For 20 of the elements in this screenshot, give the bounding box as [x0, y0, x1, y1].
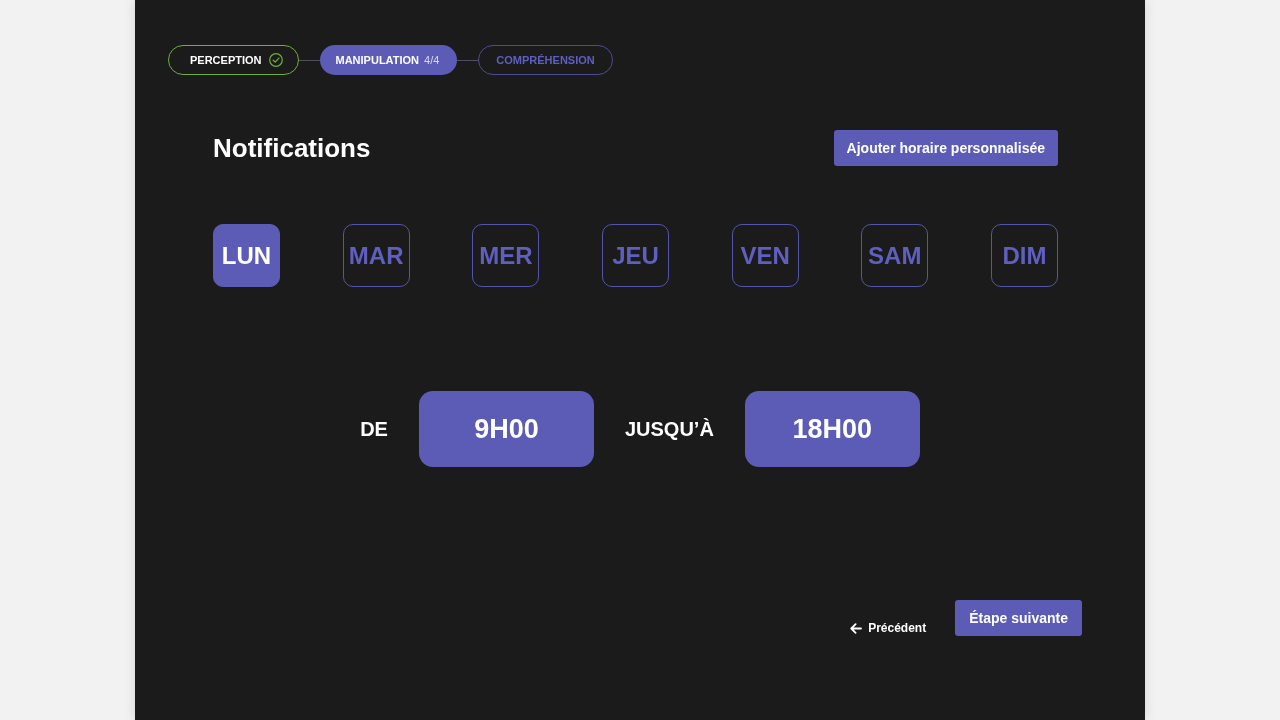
page-title: Notifications [213, 132, 371, 164]
step-connector [298, 59, 320, 61]
previous-link[interactable]: Précédent [850, 621, 927, 635]
day-toggle[interactable]: LUN [213, 224, 280, 287]
to-label: JUSQU’À [624, 417, 714, 441]
start-time-picker[interactable]: 9H00 [418, 391, 594, 467]
from-label: DE [360, 417, 388, 441]
day-toggle[interactable]: SAM [861, 224, 929, 287]
day-toggle[interactable]: MAR [342, 224, 410, 287]
step-pill[interactable]: MANIPULATION 4/4 [319, 45, 458, 75]
day-toggle[interactable]: MER [472, 224, 540, 287]
day-toggle[interactable]: DIM [990, 224, 1058, 287]
step-connector [457, 59, 479, 61]
next-step-button[interactable]: Étape suivante [955, 600, 1082, 636]
day-toggle[interactable]: JEU [601, 224, 669, 287]
end-time-picker[interactable]: 18H00 [744, 391, 920, 467]
day-toggle[interactable]: VEN [731, 224, 799, 287]
add-schedule-button[interactable]: Ajouter horaire personnalisée [833, 130, 1058, 166]
check-circle-icon [268, 53, 283, 67]
arrow-left-icon [850, 622, 863, 634]
